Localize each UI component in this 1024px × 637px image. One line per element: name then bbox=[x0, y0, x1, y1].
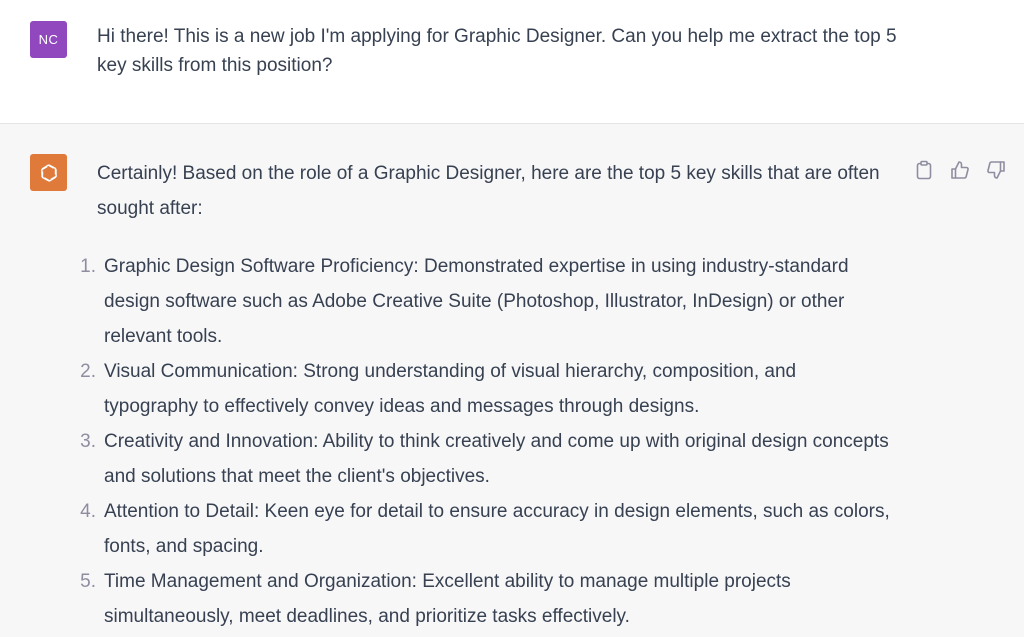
user-avatar-initials: NC bbox=[38, 32, 59, 47]
clipboard-icon bbox=[916, 160, 932, 180]
list-item: 2. Visual Communication: Strong understa… bbox=[0, 354, 1024, 424]
list-item-text: Visual Communication: Strong understandi… bbox=[104, 361, 797, 417]
list-item-text: Creativity and Innovation: Ability to th… bbox=[104, 431, 889, 487]
list-item: 5. Time Management and Organization: Exc… bbox=[0, 564, 1024, 634]
chat-page: NC Hi there! This is a new job I'm apply… bbox=[0, 0, 1024, 637]
list-item: 4. Attention to Detail: Keen eye for det… bbox=[0, 494, 1024, 564]
thumbs-up-button[interactable] bbox=[949, 159, 971, 181]
list-item-number: 5. bbox=[80, 571, 96, 592]
assistant-avatar bbox=[30, 154, 67, 191]
skills-list: 1. Graphic Design Software Proficiency: … bbox=[0, 249, 1024, 634]
user-message-text: Hi there! This is a new job I'm applying… bbox=[97, 26, 897, 76]
list-item: 1. Graphic Design Software Proficiency: … bbox=[0, 249, 1024, 354]
list-item-text: Time Management and Organization: Excell… bbox=[104, 571, 791, 627]
assistant-message: Certainly! Based on the role of a Graphi… bbox=[0, 124, 1024, 637]
list-item-number: 1. bbox=[80, 256, 96, 277]
thumbs-up-icon bbox=[951, 161, 969, 179]
openai-logo-icon bbox=[40, 163, 57, 182]
thumbs-down-icon bbox=[987, 161, 1005, 179]
list-item-text: Attention to Detail: Keen eye for detail… bbox=[104, 501, 890, 557]
assistant-intro-text: Certainly! Based on the role of a Graphi… bbox=[97, 163, 880, 219]
user-message: NC Hi there! This is a new job I'm apply… bbox=[0, 0, 1024, 124]
thumbs-down-button[interactable] bbox=[985, 159, 1007, 181]
list-item-number: 2. bbox=[80, 361, 96, 382]
user-avatar: NC bbox=[30, 21, 67, 58]
list-item-number: 3. bbox=[80, 431, 96, 452]
list-item: 3. Creativity and Innovation: Ability to… bbox=[0, 424, 1024, 494]
list-item-text: Graphic Design Software Proficiency: Dem… bbox=[104, 256, 849, 347]
list-item-number: 4. bbox=[80, 501, 96, 522]
message-actions bbox=[913, 159, 1007, 181]
copy-button[interactable] bbox=[913, 159, 935, 181]
